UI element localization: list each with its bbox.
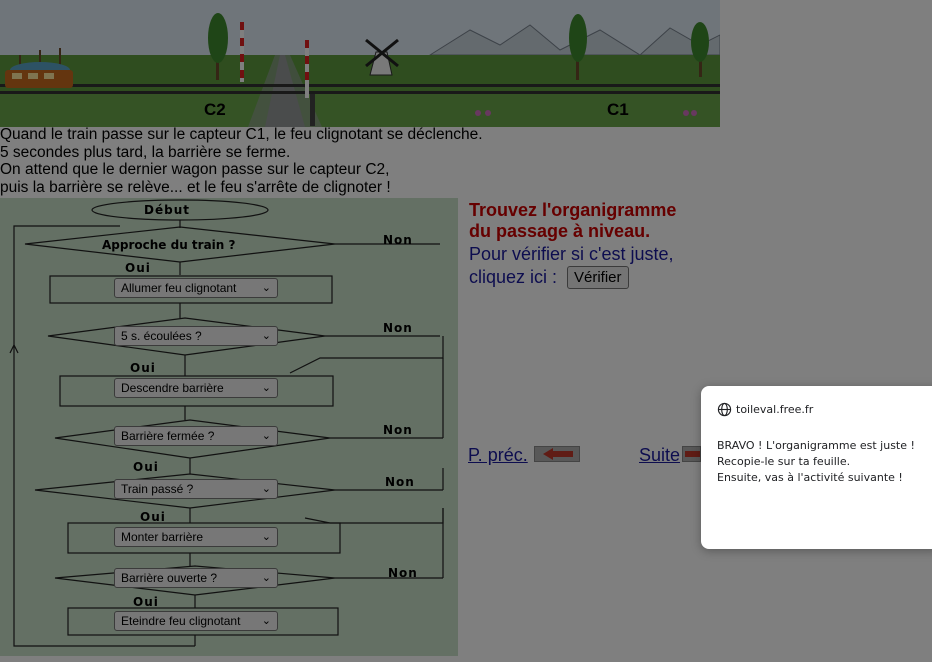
dialog-message: BRAVO ! L'organigramme est juste ! Recop… bbox=[717, 438, 915, 486]
alert-dialog: toileval.free.fr BRAVO ! L'organigramme … bbox=[701, 386, 932, 549]
globe-icon bbox=[717, 402, 732, 420]
dialog-message-line: Recopie-le sur ta feuille. bbox=[717, 455, 851, 468]
dialog-message-line: Ensuite, vas à l'activité suivante ! bbox=[717, 471, 903, 484]
modal-backdrop bbox=[0, 0, 932, 662]
dialog-origin-text: toileval.free.fr bbox=[736, 403, 814, 416]
dialog-message-line: BRAVO ! L'organigramme est juste ! bbox=[717, 439, 915, 452]
